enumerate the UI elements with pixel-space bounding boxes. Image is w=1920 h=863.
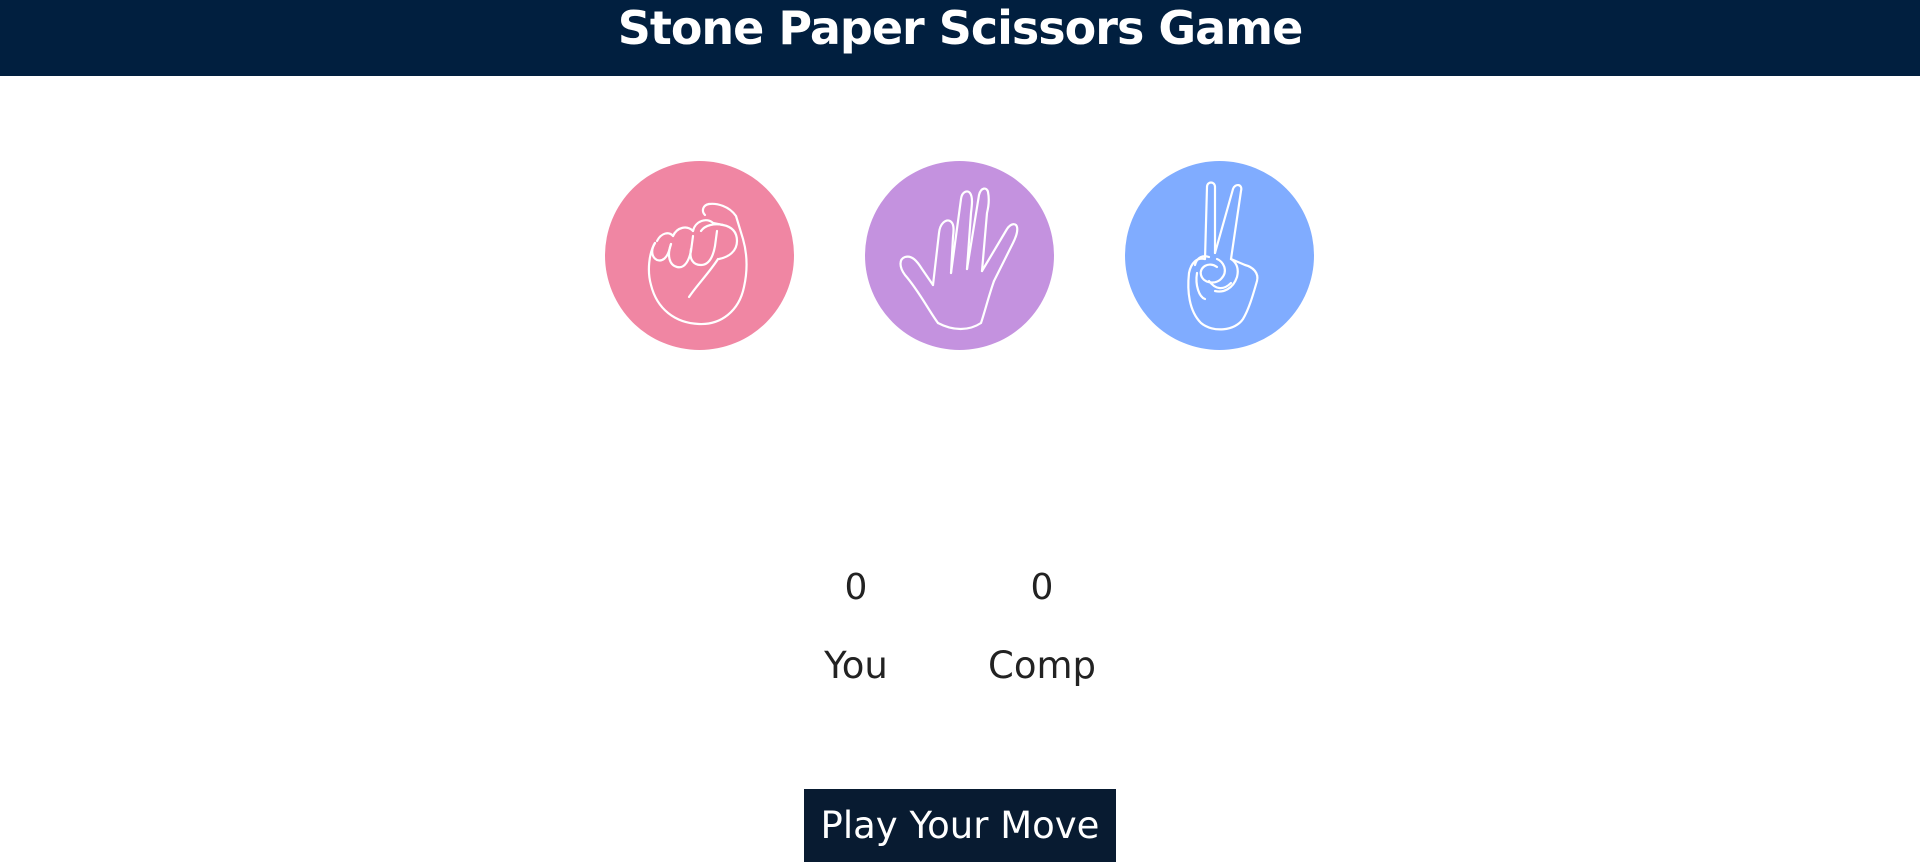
stone-choice[interactable]	[605, 161, 794, 350]
paper-choice[interactable]	[865, 161, 1054, 350]
choices-container	[0, 161, 1920, 350]
comp-score-block: 0 Comp	[972, 560, 1112, 694]
page-header: Stone Paper Scissors Game	[0, 0, 1920, 76]
open-hand-icon	[899, 187, 1019, 331]
user-score: 0	[844, 567, 868, 608]
scoreboard: 0 You 0 Comp	[0, 560, 1920, 700]
scissors-choice[interactable]	[1125, 161, 1314, 350]
comp-label: Comp	[987, 644, 1096, 687]
user-label: You	[824, 644, 888, 687]
peace-hand-icon	[1187, 181, 1259, 331]
user-score-block: 0 You	[796, 560, 916, 694]
comp-score: 0	[1030, 567, 1054, 608]
message-box: Play Your Move	[804, 789, 1116, 862]
page-title: Stone Paper Scissors Game	[617, 1, 1304, 55]
fist-icon	[647, 202, 748, 326]
